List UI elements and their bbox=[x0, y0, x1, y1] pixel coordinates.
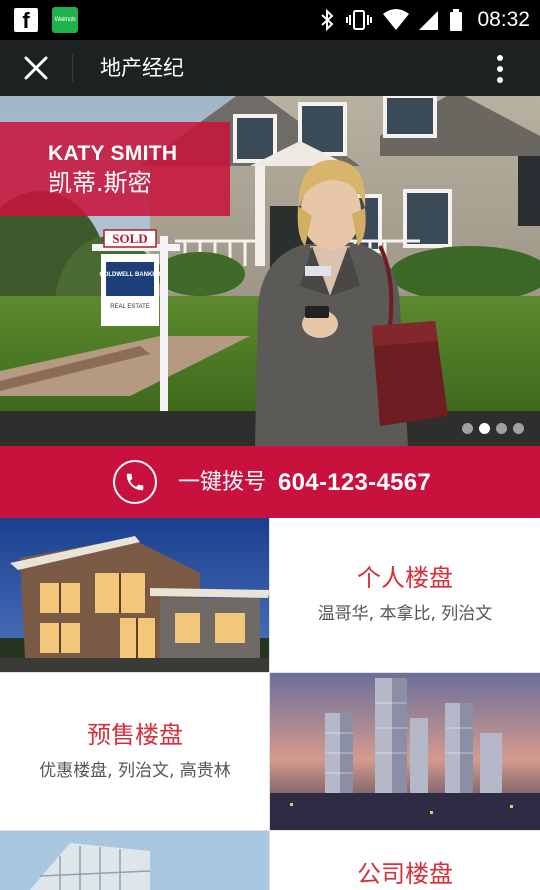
office-building-photo bbox=[0, 831, 270, 890]
app-bar: 地产经纪 bbox=[0, 40, 540, 96]
agent-name-box: KATY SMITH 凯蒂.斯密 bbox=[0, 122, 230, 216]
tile-divider bbox=[269, 518, 270, 890]
wifi-icon bbox=[383, 9, 410, 31]
weimob-icon: Weimob bbox=[52, 7, 78, 33]
carousel-dot-3[interactable] bbox=[496, 423, 507, 434]
tile-divider bbox=[0, 830, 540, 831]
phone-number: 604-123-4567 bbox=[278, 469, 432, 496]
sign-sub: REAL ESTATE bbox=[110, 304, 150, 310]
tile-title: 个人楼盘 bbox=[357, 564, 453, 592]
agent-name-zh: 凯蒂.斯密 bbox=[48, 169, 152, 197]
tile-divider bbox=[0, 672, 540, 673]
battery-icon bbox=[449, 8, 463, 32]
tile-personal-listings-image[interactable] bbox=[0, 518, 270, 673]
carousel-dot-1[interactable] bbox=[462, 423, 473, 434]
status-bar: f Weimob 08:32 bbox=[0, 0, 540, 40]
agent-name-en: KATY SMITH bbox=[48, 142, 178, 165]
close-button[interactable] bbox=[14, 50, 58, 86]
call-label: 一键拨号 bbox=[178, 470, 267, 495]
call-button[interactable]: 一键拨号 604-123-4567 bbox=[0, 446, 540, 518]
tile-title: 预售楼盘 bbox=[87, 721, 183, 749]
tile-company-listings[interactable]: 公司楼盘 bbox=[270, 831, 540, 890]
sign-brand: COLDWELL BANKER bbox=[99, 272, 161, 278]
close-icon bbox=[24, 56, 48, 80]
city-towers-photo bbox=[270, 673, 540, 831]
tile-title: 公司楼盘 bbox=[357, 860, 453, 888]
tile-personal-listings[interactable]: 个人楼盘 温哥华, 本拿比, 列治文 bbox=[270, 518, 540, 673]
more-vert-icon bbox=[497, 55, 503, 83]
tile-presale-listings-image[interactable] bbox=[270, 673, 540, 831]
divider bbox=[72, 54, 73, 82]
carousel-dot-4[interactable] bbox=[513, 423, 524, 434]
page-title: 地产经纪 bbox=[100, 56, 184, 80]
sold-sign-text: SOLD bbox=[112, 231, 147, 246]
bluetooth-icon bbox=[319, 8, 335, 32]
tile-subtitle: 温哥华, 本拿比, 列治文 bbox=[317, 604, 493, 624]
carousel-dot-2[interactable] bbox=[479, 423, 490, 434]
tile-presale-listings[interactable]: 预售楼盘 优惠楼盘, 列治文, 高贵林 bbox=[0, 673, 270, 831]
vibrate-icon bbox=[345, 8, 373, 32]
hero-banner[interactable]: SOLD COLDWELL BANKER REAL ESTATE KATY SM… bbox=[0, 96, 540, 446]
tile-company-listings-image[interactable] bbox=[0, 831, 270, 890]
facebook-icon: f bbox=[14, 8, 38, 33]
phone-icon bbox=[113, 460, 157, 504]
carousel-dots bbox=[462, 423, 524, 434]
modern-house-photo bbox=[0, 518, 270, 673]
clock-time: 08:32 bbox=[477, 8, 530, 31]
more-menu-button[interactable] bbox=[488, 54, 512, 84]
cell-signal-icon bbox=[419, 9, 439, 31]
tile-subtitle: 优惠楼盘, 列治文, 高贵林 bbox=[39, 761, 231, 781]
